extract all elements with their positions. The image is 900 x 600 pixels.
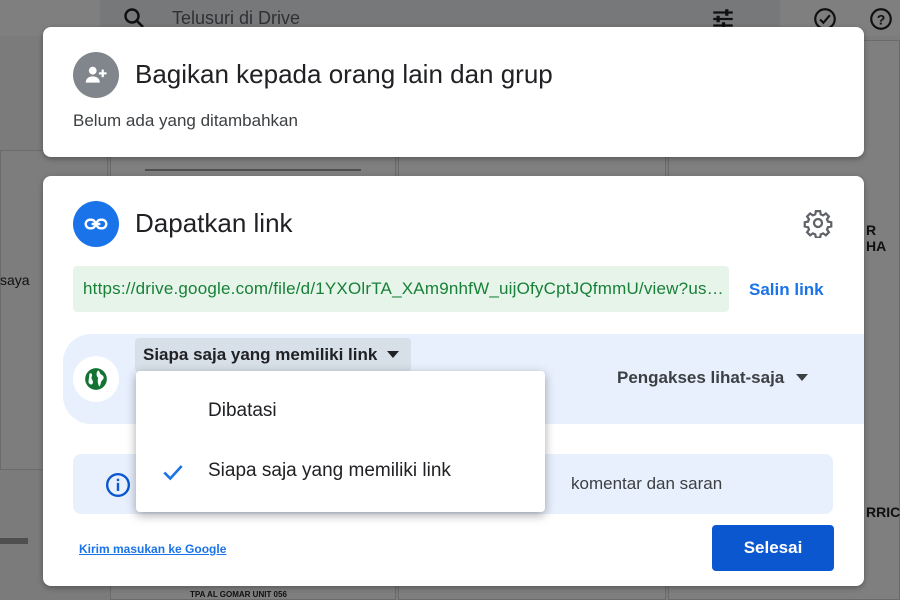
- menu-item-label: Siapa saja yang memiliki link: [208, 460, 451, 481]
- general-access-menu: Dibatasi Siapa saja yang memiliki link: [136, 371, 545, 512]
- gear-icon[interactable]: [803, 208, 833, 238]
- share-card-subtitle: Belum ada yang ditambahkan: [73, 111, 298, 130]
- link-icon: [84, 218, 108, 230]
- link-avatar: [73, 201, 119, 247]
- check-icon: [163, 465, 183, 481]
- info-icon: [105, 472, 131, 498]
- menu-item-label: Dibatasi: [208, 400, 277, 421]
- send-feedback-link[interactable]: Kirim masukan ke Google: [79, 542, 226, 556]
- link-url-field[interactable]: https://drive.google.com/file/d/1YXOlrTA…: [73, 266, 729, 312]
- dropdown-arrow-icon: [796, 374, 809, 381]
- role-label: Pengakses lihat-saja: [617, 368, 785, 387]
- globe-icon: [85, 368, 107, 390]
- menu-item-anyone-with-link[interactable]: Siapa saja yang memiliki link: [136, 443, 545, 499]
- menu-item-restricted[interactable]: Dibatasi: [136, 383, 545, 439]
- copy-link-button[interactable]: Salin link: [749, 280, 824, 300]
- info-banner-text: komentar dan saran: [571, 474, 723, 493]
- general-access-dropdown[interactable]: Siapa saja yang memiliki link: [135, 338, 412, 372]
- share-avatar: [73, 52, 119, 98]
- done-button[interactable]: Selesai: [712, 525, 834, 571]
- link-card-title: Dapatkan link: [135, 208, 293, 238]
- share-people-card: Bagikan kepada orang lain dan grup Belum…: [43, 27, 864, 157]
- link-url-text[interactable]: https://drive.google.com/file/d/1YXOlrTA…: [83, 279, 725, 299]
- role-dropdown[interactable]: Pengakses lihat-saja: [617, 368, 809, 388]
- dropdown-arrow-icon: [387, 351, 400, 358]
- share-card-title: Bagikan kepada orang lain dan grup: [135, 59, 553, 89]
- general-access-label: Siapa saja yang memiliki link: [143, 345, 378, 364]
- person-add-icon: [85, 66, 107, 83]
- access-avatar: [73, 356, 119, 402]
